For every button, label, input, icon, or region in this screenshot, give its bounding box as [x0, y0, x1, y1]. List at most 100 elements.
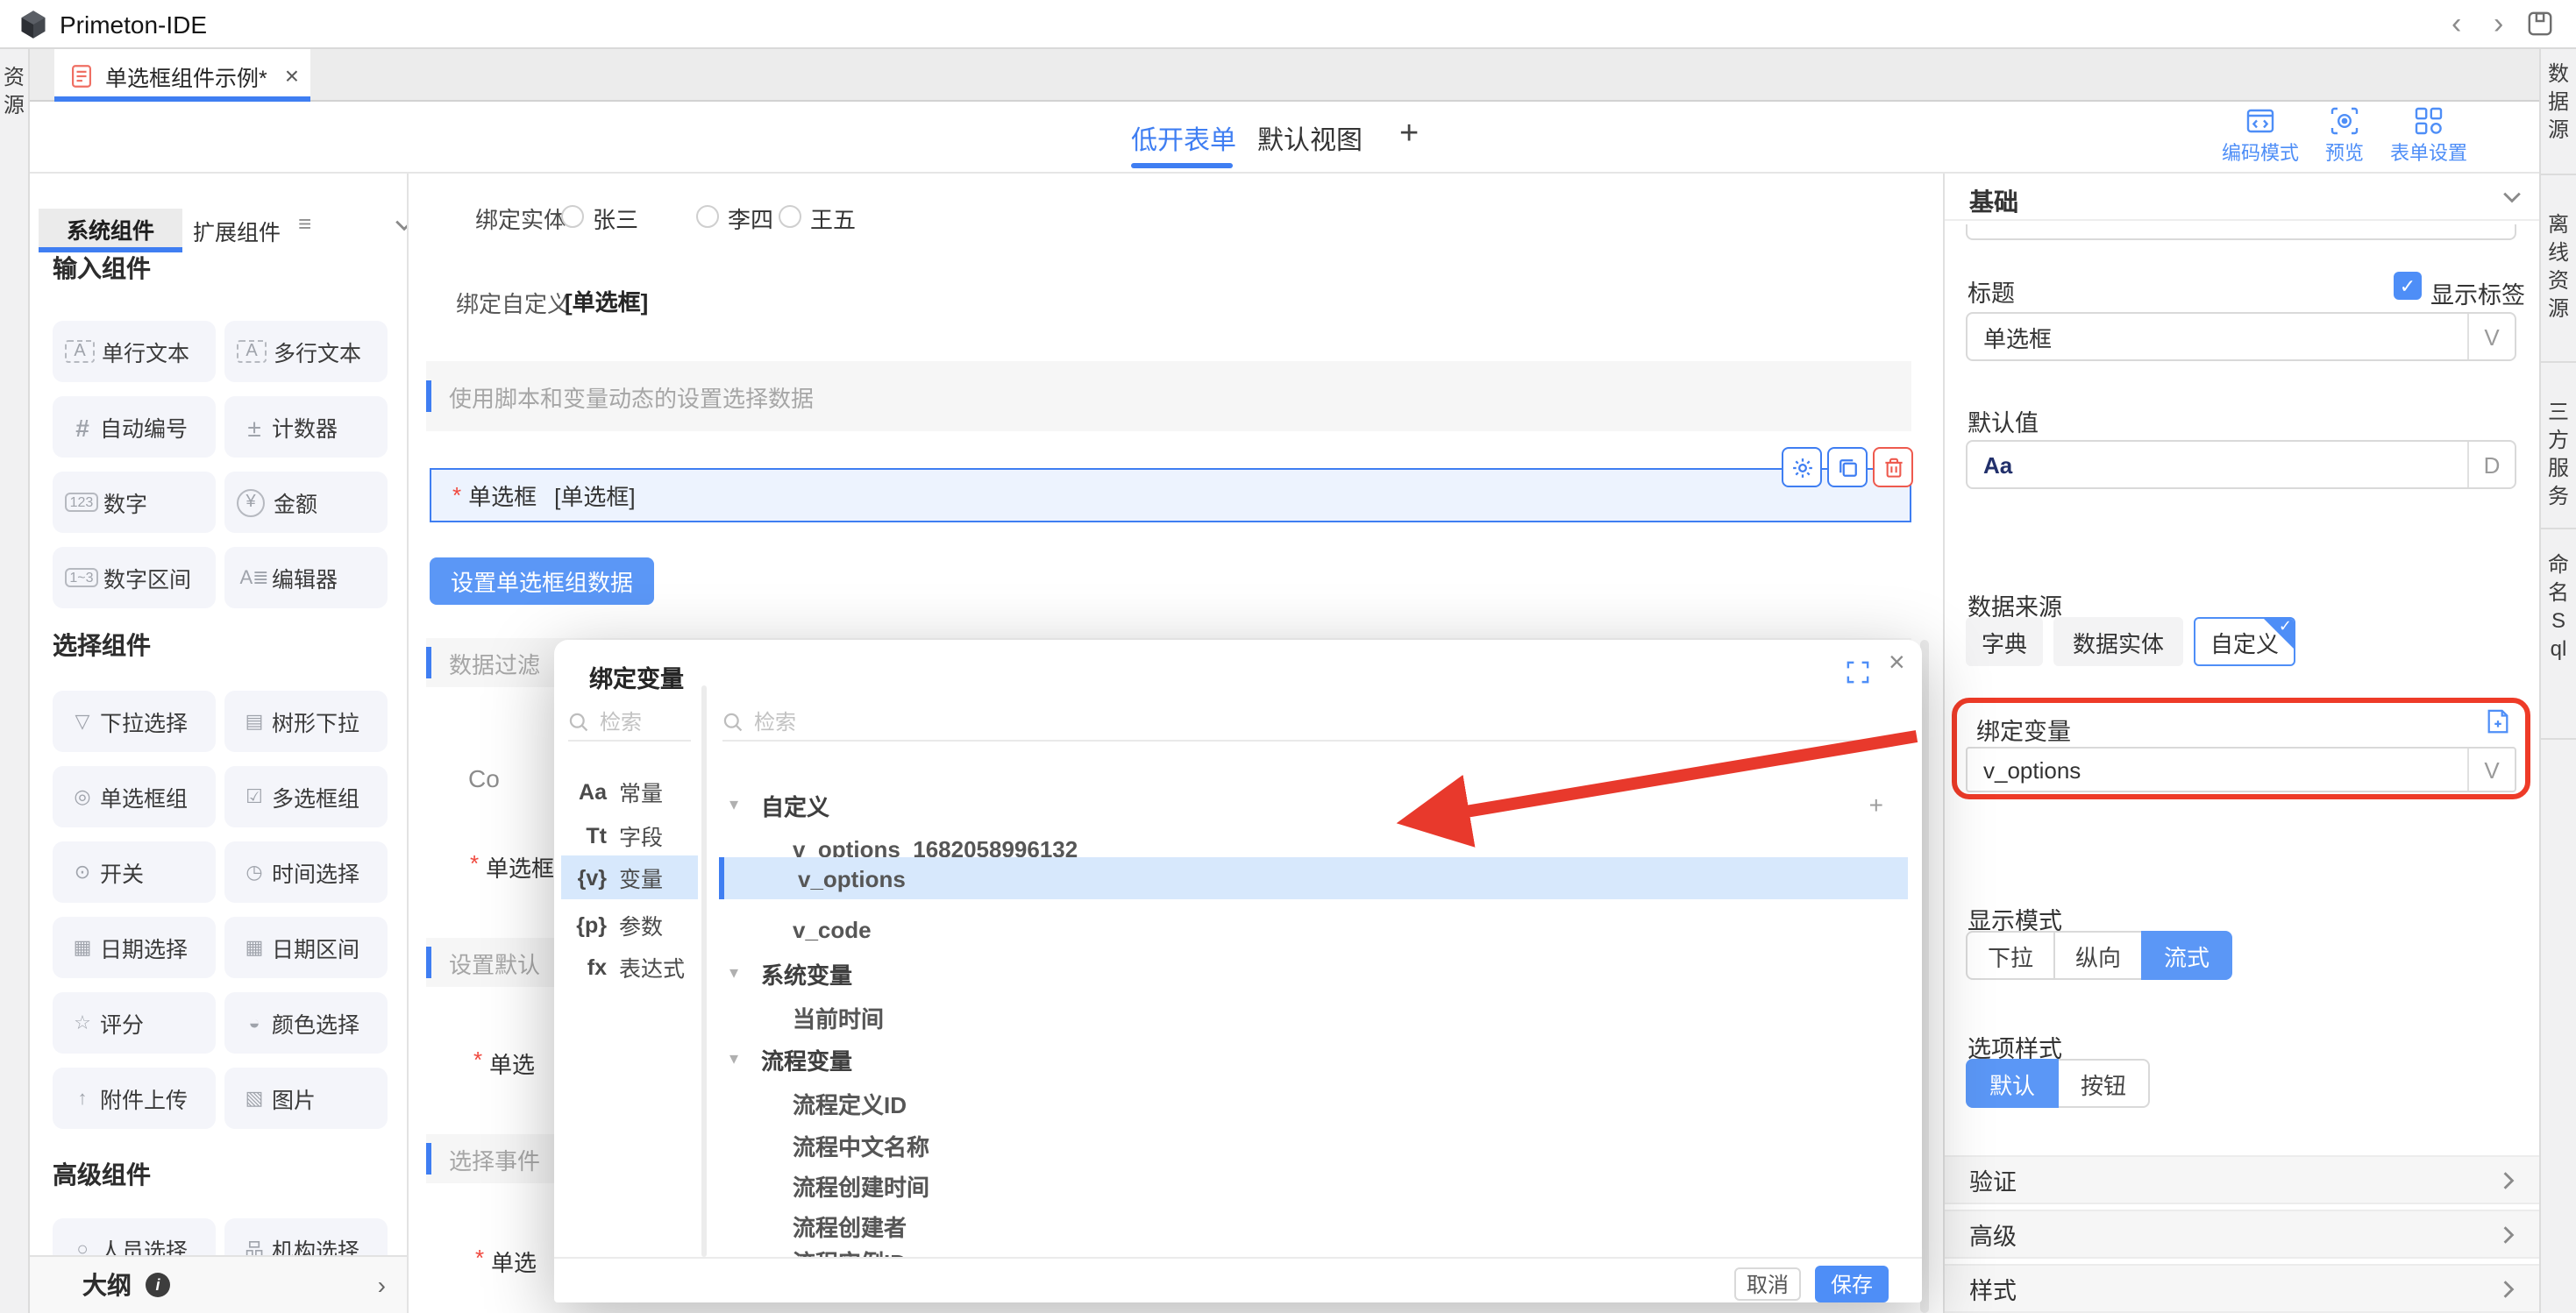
radio-lisi[interactable] — [696, 205, 719, 228]
nav-back-icon[interactable]: ‹ — [2451, 9, 2461, 39]
type-item-variable-selected[interactable]: {v}变量 — [561, 855, 698, 899]
component-chip-rating[interactable]: ☆评分 — [53, 992, 216, 1054]
outline-expand-icon[interactable]: › — [378, 1271, 386, 1299]
sidebar-tab-extended-components[interactable]: 扩展组件 — [193, 214, 281, 247]
code-mode-button[interactable]: 编码模式 — [2222, 107, 2299, 167]
display-mode-vertical[interactable]: 纵向 — [2053, 931, 2143, 980]
default-input-suffix[interactable]: D — [2467, 442, 2515, 487]
radio-label[interactable]: 王五 — [810, 202, 856, 235]
tree-item[interactable]: 流程定义ID — [719, 1082, 1908, 1124]
bind-variable-input[interactable]: v_options V — [1966, 747, 2516, 792]
component-chip-single-line-text[interactable]: A单行文本 — [53, 321, 216, 382]
title-input[interactable]: 单选框 V — [1966, 312, 2516, 361]
field-copy-button[interactable] — [1827, 447, 1868, 487]
type-item-expression[interactable]: fx表达式 — [561, 945, 698, 989]
tree-item[interactable]: 流程创建时间 — [719, 1164, 1908, 1206]
component-chip-date-picker[interactable]: ▦日期选择 — [53, 917, 216, 978]
group-row-validation[interactable]: 验证 — [1945, 1155, 2539, 1204]
nav-forward-icon[interactable]: › — [2494, 9, 2503, 39]
save-button[interactable]: 保存 — [1815, 1266, 1889, 1302]
caret-down-icon[interactable]: ▾ — [729, 795, 751, 814]
cancel-button[interactable]: 取消 — [1734, 1267, 1801, 1301]
right-rail-tab-offline[interactable]: 离线资源 — [2541, 175, 2576, 363]
field-settings-button[interactable] — [1782, 447, 1822, 487]
set-radio-data-button[interactable]: 设置单选框组数据 — [430, 557, 654, 605]
type-item-constant[interactable]: Aa常量 — [561, 770, 698, 813]
close-modal-icon[interactable]: × — [1889, 649, 1905, 680]
component-chip-dropdown[interactable]: ▽下拉选择 — [53, 691, 216, 752]
title-input-suffix[interactable]: V — [2467, 314, 2515, 359]
tree-item[interactable]: 流程实例ID — [719, 1239, 1908, 1257]
add-variable-file-icon[interactable] — [2485, 708, 2511, 735]
add-view-button[interactable]: + — [1399, 116, 1419, 154]
component-chip-auto-number[interactable]: #自动编号 — [53, 396, 216, 458]
tree-group-process-variables[interactable]: ▾ 流程变量 — [719, 1038, 1908, 1080]
outline-bar[interactable]: 大纲 i › — [30, 1255, 407, 1313]
caret-down-icon[interactable]: ▾ — [729, 1049, 751, 1068]
datasource-option-custom-selected[interactable]: 自定义 ✓ — [2194, 617, 2295, 666]
save-icon[interactable] — [2527, 11, 2553, 37]
collapse-chevron-icon[interactable] — [2502, 191, 2522, 203]
tree-group-system-variables[interactable]: ▾ 系统变量 — [719, 952, 1908, 994]
component-chip-switch[interactable]: ⊙开关 — [53, 841, 216, 903]
modal-panel-divider[interactable] — [701, 685, 707, 1257]
tree-search-input[interactable]: 检索 — [722, 703, 1901, 742]
component-chip-attachment-upload[interactable]: ↑附件上传 — [53, 1068, 216, 1129]
tree-group-custom[interactable]: ▾ 自定义 + — [719, 784, 1908, 826]
form-settings-button[interactable]: 表单设置 — [2390, 107, 2467, 167]
type-item-parameter[interactable]: {p}参数 — [561, 903, 698, 947]
radio-label[interactable]: 李四 — [728, 202, 773, 235]
field-delete-button[interactable] — [1873, 447, 1913, 487]
tree-item[interactable]: 流程中文名称 — [719, 1124, 1908, 1166]
component-chip-checkbox-group[interactable]: ☑多选框组 — [224, 766, 388, 827]
tree-item[interactable]: 当前时间 — [719, 996, 1908, 1038]
preview-button[interactable]: 预览 — [2325, 107, 2364, 167]
component-chip-editor[interactable]: A≣编辑器 — [224, 547, 388, 608]
sidebar-tab-system-components[interactable]: 系统组件 — [39, 209, 182, 247]
sidebar-collapse-icon[interactable] — [395, 219, 409, 231]
option-style-default-selected[interactable]: 默认 — [1966, 1059, 2059, 1108]
group-row-style[interactable]: 样式 — [1945, 1264, 2539, 1313]
display-mode-flow-selected[interactable]: 流式 — [2141, 931, 2232, 980]
caret-down-icon[interactable]: ▾ — [729, 963, 751, 983]
component-chip-date-range[interactable]: ▦日期区间 — [224, 917, 388, 978]
document-tab[interactable]: 单选框组件示例* × — [54, 49, 310, 102]
component-chip-amount[interactable]: ¥金额 — [224, 472, 388, 533]
display-mode-dropdown[interactable]: 下拉 — [1966, 931, 2055, 980]
radio-wangwu[interactable] — [779, 205, 801, 228]
right-rail-tab-datasource[interactable]: 数据源 — [2541, 49, 2576, 175]
view-tab-lowcode-form[interactable]: 低开表单 — [1131, 121, 1236, 158]
component-chip-image[interactable]: ▧图片 — [224, 1068, 388, 1129]
component-chip-number[interactable]: 123数字 — [53, 472, 216, 533]
tree-item-v-options-selected[interactable]: v_options — [719, 857, 1908, 899]
basic-group-header[interactable]: 基础 — [1945, 174, 2539, 221]
datasource-option-dictionary[interactable]: 字典 — [1966, 617, 2043, 666]
default-value-input[interactable]: Aa D — [1966, 440, 2516, 489]
bind-variable-suffix[interactable]: V — [2467, 749, 2515, 791]
type-item-field[interactable]: Tt字段 — [561, 813, 698, 857]
component-chip-tree-dropdown[interactable]: ▤树形下拉 — [224, 691, 388, 752]
selected-radio-field[interactable]: * 单选框 [单选框] — [430, 468, 1911, 522]
radio-zhangsan[interactable] — [561, 205, 584, 228]
view-tab-default-view[interactable]: 默认视图 — [1257, 121, 1363, 158]
radio-label[interactable]: 张三 — [593, 202, 638, 235]
right-rail-tab-thirdparty[interactable]: 三方服务 — [2541, 363, 2576, 529]
type-search-input[interactable]: 检索 — [568, 703, 691, 742]
component-chip-time-picker[interactable]: ◷时间选择 — [224, 841, 388, 903]
group-row-advanced[interactable]: 高级 — [1945, 1210, 2539, 1259]
component-menu-icon[interactable]: ≡ — [298, 210, 311, 237]
option-style-button[interactable]: 按钮 — [2057, 1059, 2150, 1108]
component-chip-radio-group[interactable]: ◎单选框组 — [53, 766, 216, 827]
component-chip-color-picker[interactable]: ◒颜色选择 — [224, 992, 388, 1054]
fullscreen-icon[interactable] — [1847, 661, 1869, 684]
datasource-option-entity[interactable]: 数据实体 — [2053, 617, 2183, 666]
left-rail-tab-resources[interactable]: 资源 — [0, 49, 28, 172]
add-variable-icon[interactable]: + — [1869, 791, 1883, 819]
right-rail-tab-namedsql[interactable]: 命名Sql — [2541, 529, 2576, 740]
component-chip-multi-line-text[interactable]: A多行文本 — [224, 321, 388, 382]
show-label-checkbox[interactable]: ✓ — [2394, 272, 2422, 300]
component-chip-counter[interactable]: ±计数器 — [224, 396, 388, 458]
component-chip-number-range[interactable]: 1~3数字区间 — [53, 547, 216, 608]
close-tab-icon[interactable]: × — [285, 63, 299, 88]
tree-item[interactable]: v_code — [719, 908, 1908, 950]
